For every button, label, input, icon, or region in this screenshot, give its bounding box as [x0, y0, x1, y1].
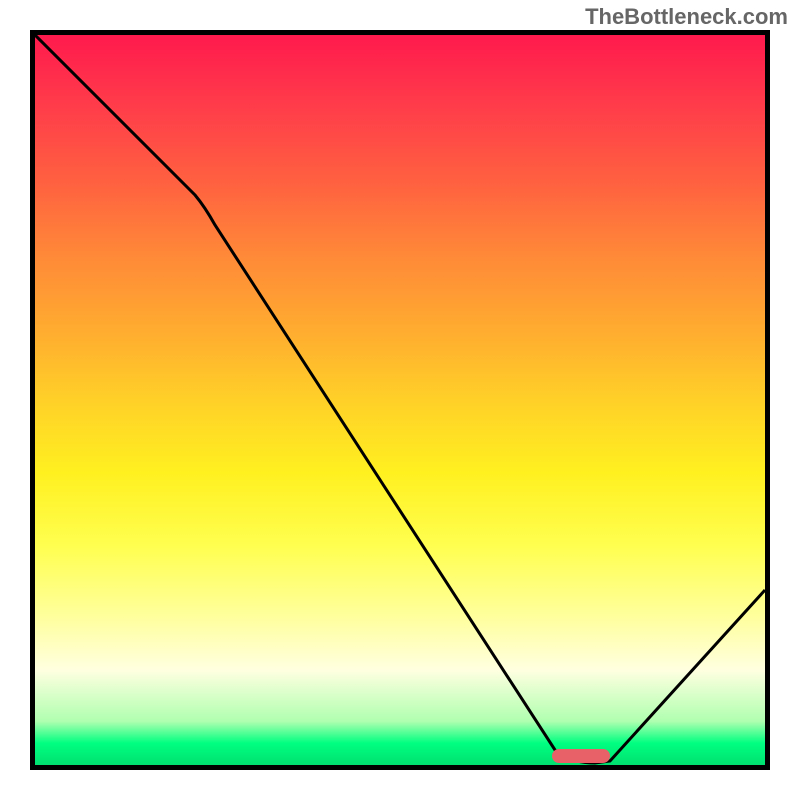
chart-container: TheBottleneck.com	[0, 0, 800, 800]
gradient-background	[35, 35, 765, 765]
watermark-text: TheBottleneck.com	[585, 4, 788, 30]
optimal-marker	[552, 749, 610, 763]
plot-area	[30, 30, 770, 770]
